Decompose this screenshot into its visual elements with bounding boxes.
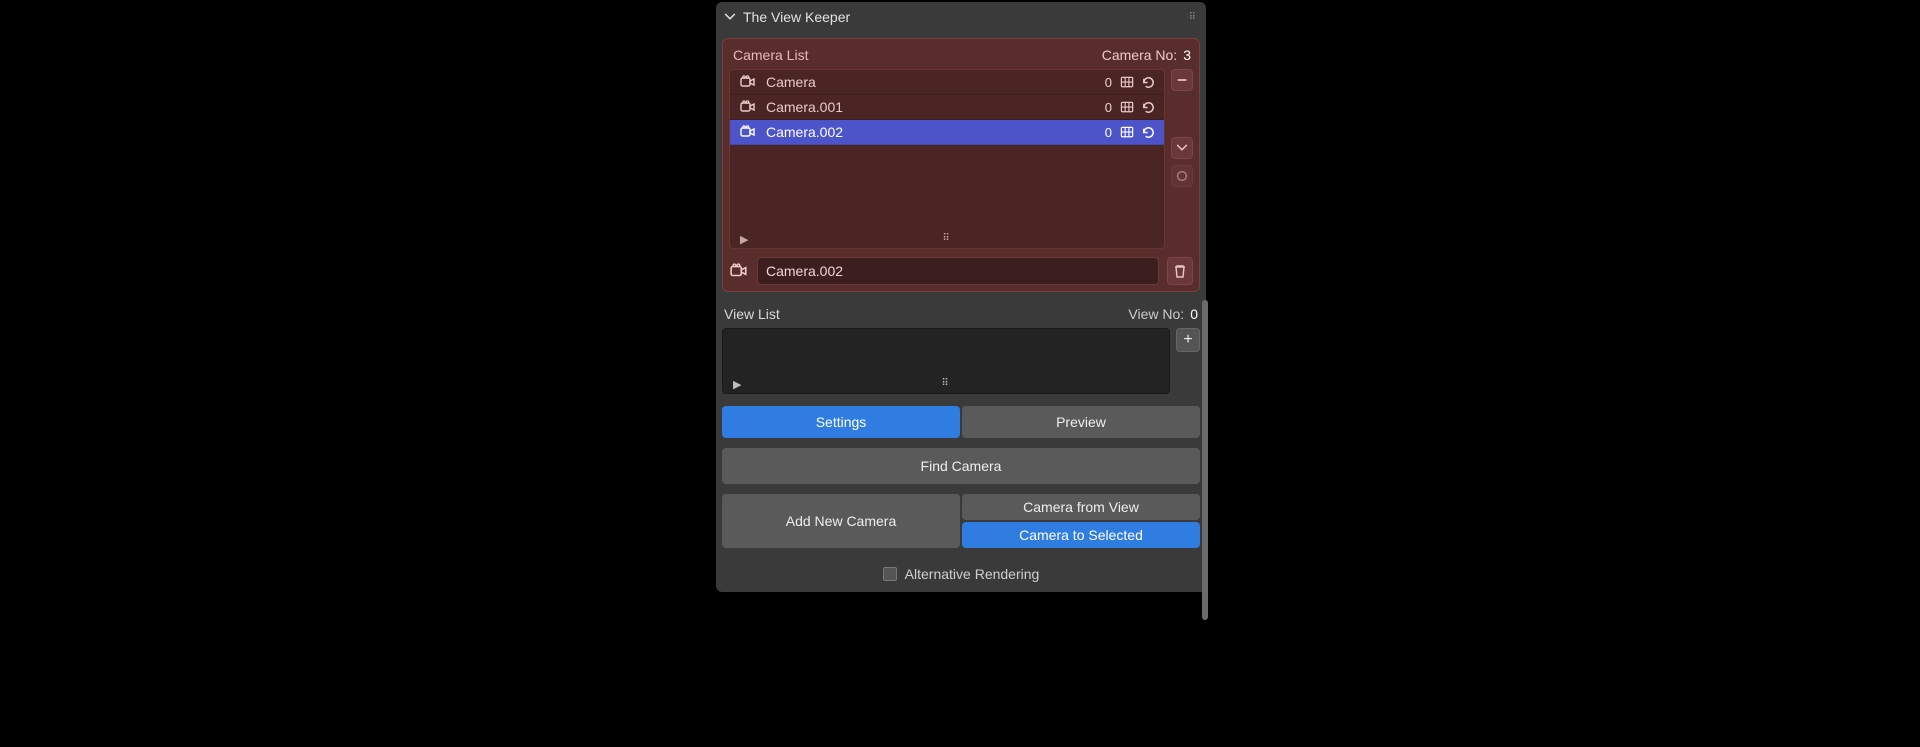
refresh-icon[interactable]: [1141, 100, 1156, 115]
mode-tabs: Settings Preview: [722, 406, 1200, 438]
resize-grip-icon[interactable]: ⠿: [941, 378, 950, 389]
camera-menu-button[interactable]: [1171, 137, 1193, 159]
camera-row[interactable]: Camera 0: [730, 70, 1164, 95]
camera-from-view-button[interactable]: Camera from View: [962, 494, 1200, 520]
record-camera-button[interactable]: [1171, 165, 1193, 187]
collapse-icon[interactable]: [723, 10, 737, 24]
expand-icon[interactable]: ▶: [733, 378, 741, 391]
panel-header[interactable]: The View Keeper ⠿: [716, 2, 1206, 32]
expand-icon[interactable]: ▶: [740, 233, 748, 246]
checkbox-icon[interactable]: [883, 567, 897, 581]
grid-icon[interactable]: [1120, 75, 1135, 90]
camera-icon: [729, 262, 749, 280]
tab-settings[interactable]: Settings: [722, 406, 960, 438]
alternative-rendering-label: Alternative Rendering: [905, 566, 1040, 582]
camera-section: Camera List Camera No: 3 Camera 0: [722, 38, 1200, 292]
view-count-label: View No:: [1128, 306, 1184, 322]
scrollbar[interactable]: [1202, 300, 1208, 620]
view-keeper-panel: The View Keeper ⠿ Camera List Camera No:…: [716, 2, 1206, 592]
camera-icon: [738, 99, 758, 115]
panel-title: The View Keeper: [743, 9, 1189, 25]
camera-name: Camera.001: [766, 99, 1097, 115]
camera-row[interactable]: Camera.001 0: [730, 95, 1164, 120]
camera-name: Camera.002: [766, 124, 1097, 140]
camera-list-title: Camera List: [733, 47, 808, 63]
camera-value: 0: [1105, 125, 1112, 140]
camera-row-selected[interactable]: Camera.002 0: [730, 120, 1164, 145]
camera-name: Camera: [766, 74, 1097, 90]
camera-value: 0: [1105, 100, 1112, 115]
camera-icon: [738, 124, 758, 140]
refresh-icon[interactable]: [1141, 125, 1156, 140]
camera-list-footer: ▶ ⠿: [730, 229, 1164, 248]
alternative-rendering-row[interactable]: Alternative Rendering: [722, 566, 1200, 582]
grid-icon[interactable]: [1120, 125, 1135, 140]
add-view-button[interactable]: +: [1176, 328, 1200, 352]
view-list[interactable]: ▶ ⠿: [722, 328, 1170, 394]
add-new-camera-button[interactable]: Add New Camera: [722, 494, 960, 548]
view-list-title: View List: [724, 306, 780, 322]
delete-camera-button[interactable]: [1167, 257, 1193, 285]
camera-count-label: Camera No:: [1102, 47, 1177, 63]
camera-list[interactable]: Camera 0 Camera.001 0: [729, 69, 1165, 249]
camera-icon: [738, 74, 758, 90]
camera-name-field[interactable]: Camera.002: [757, 257, 1159, 285]
find-camera-button[interactable]: Find Camera: [722, 448, 1200, 484]
grid-icon[interactable]: [1120, 100, 1135, 115]
camera-to-selected-button[interactable]: Camera to Selected: [962, 522, 1200, 548]
camera-value: 0: [1105, 75, 1112, 90]
camera-count: 3: [1183, 47, 1191, 63]
grip-icon[interactable]: ⠿: [1189, 12, 1198, 23]
remove-camera-button[interactable]: [1171, 69, 1193, 91]
tab-preview[interactable]: Preview: [962, 406, 1200, 438]
resize-grip-icon[interactable]: ⠿: [942, 233, 951, 244]
view-section: View List View No: 0 ▶ ⠿ +: [722, 306, 1200, 394]
refresh-icon[interactable]: [1141, 75, 1156, 90]
view-count: 0: [1190, 306, 1198, 322]
